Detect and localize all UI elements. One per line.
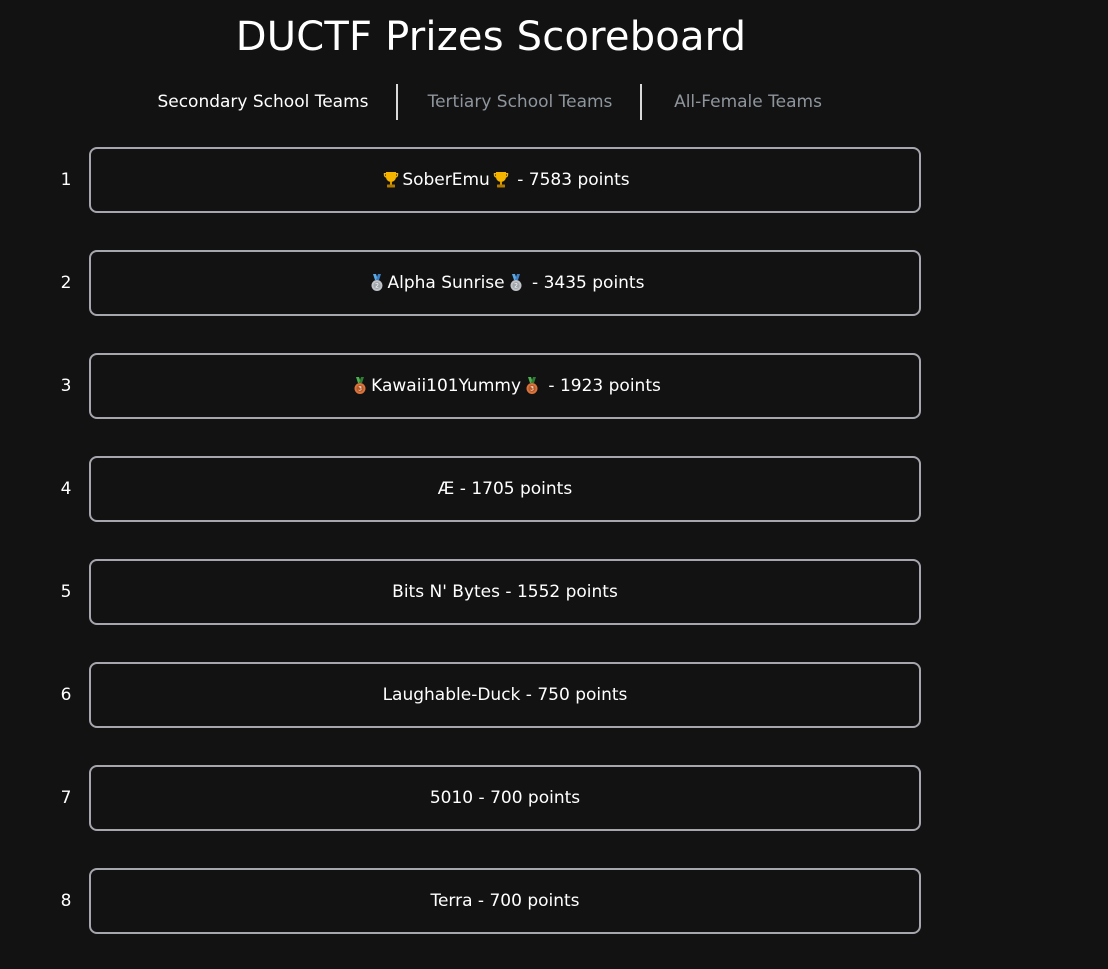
tab-all-female[interactable]: All-Female Teams xyxy=(664,84,832,120)
tab-tertiary-school[interactable]: Tertiary School Teams xyxy=(420,84,620,120)
rank-number: 2 xyxy=(60,273,72,293)
team-points: 1705 points xyxy=(471,479,573,499)
team-card[interactable]: Laughable-Duck - 750 points xyxy=(89,662,921,728)
team-card[interactable]: 3 Kawaii101Yummy 3 - 1923 points xyxy=(89,353,921,419)
team-points: 3435 points xyxy=(543,273,645,293)
list-item: 8 Terra - 700 points xyxy=(0,868,1108,934)
silver-medal-icon: 2 xyxy=(369,274,385,292)
list-item: 5 Bits N' Bytes - 1552 points xyxy=(0,559,1108,625)
team-name: Bits N' Bytes xyxy=(392,582,500,602)
team-card[interactable]: Æ - 1705 points xyxy=(89,456,921,522)
team-card[interactable]: Terra - 700 points xyxy=(89,868,921,934)
scoreboard-page: DUCTF Prizes Scoreboard Secondary School… xyxy=(0,0,1108,969)
rank-number: 1 xyxy=(60,170,72,190)
team-points: 700 points xyxy=(490,788,581,808)
team-name: Kawaii101Yummy xyxy=(371,376,522,396)
separator: - xyxy=(543,376,560,396)
svg-text:3: 3 xyxy=(358,386,362,393)
tab-secondary-school[interactable]: Secondary School Teams xyxy=(150,84,376,120)
tab-divider xyxy=(640,84,642,120)
team-card[interactable]: 5010 - 700 points xyxy=(89,765,921,831)
rank-number: 4 xyxy=(60,479,72,499)
team-card[interactable]: SoberEmu - 7583 points xyxy=(89,147,921,213)
team-points: 750 points xyxy=(537,685,628,705)
rank-number: 6 xyxy=(60,685,72,705)
team-card[interactable]: Bits N' Bytes - 1552 points xyxy=(89,559,921,625)
trophy-icon xyxy=(383,171,399,189)
separator: - xyxy=(499,582,517,602)
bronze-medal-icon: 3 xyxy=(524,377,540,395)
team-name: Alpha Sunrise xyxy=(387,273,505,293)
team-name: 5010 xyxy=(429,788,474,808)
team-name: Laughable-Duck xyxy=(382,685,521,705)
silver-medal-icon: 2 xyxy=(508,274,524,292)
list-item: 3 3 Kawaii101Yummy 3 - 1923 points xyxy=(0,353,1108,419)
list-item: 4 Æ - 1705 points xyxy=(0,456,1108,522)
team-points: 1923 points xyxy=(559,376,661,396)
team-name: SoberEmu xyxy=(402,170,490,190)
list-item: 2 2 Alpha Sunrise 2 - 3435 points xyxy=(0,250,1108,316)
team-name: Æ xyxy=(437,479,455,499)
rank-number: 3 xyxy=(60,376,72,396)
team-name: Terra xyxy=(430,891,473,911)
team-points: 1552 points xyxy=(516,582,618,602)
separator: - xyxy=(472,891,490,911)
bronze-medal-icon: 3 xyxy=(352,377,368,395)
separator: - xyxy=(473,788,491,808)
team-points: 7583 points xyxy=(528,170,630,190)
tab-divider xyxy=(396,84,398,120)
category-tabs: Secondary School Teams Tertiary School T… xyxy=(0,84,982,120)
svg-text:2: 2 xyxy=(375,283,379,290)
list-item: 6 Laughable-Duck - 750 points xyxy=(0,662,1108,728)
rank-number: 5 xyxy=(60,582,72,602)
page-title: DUCTF Prizes Scoreboard xyxy=(235,14,747,60)
separator: - xyxy=(526,273,544,293)
separator: - xyxy=(511,170,529,190)
svg-text:3: 3 xyxy=(530,386,534,393)
team-points: 700 points xyxy=(489,891,580,911)
rank-number: 7 xyxy=(60,788,72,808)
svg-text:2: 2 xyxy=(514,283,518,290)
rank-number: 8 xyxy=(60,891,72,911)
separator: - xyxy=(454,479,472,499)
team-card[interactable]: 2 Alpha Sunrise 2 - 3435 points xyxy=(89,250,921,316)
list-item: 7 5010 - 700 points xyxy=(0,765,1108,831)
list-item: 1 SoberEmu - 7583 points xyxy=(0,147,1108,213)
separator: - xyxy=(520,685,538,705)
trophy-icon xyxy=(493,171,509,189)
